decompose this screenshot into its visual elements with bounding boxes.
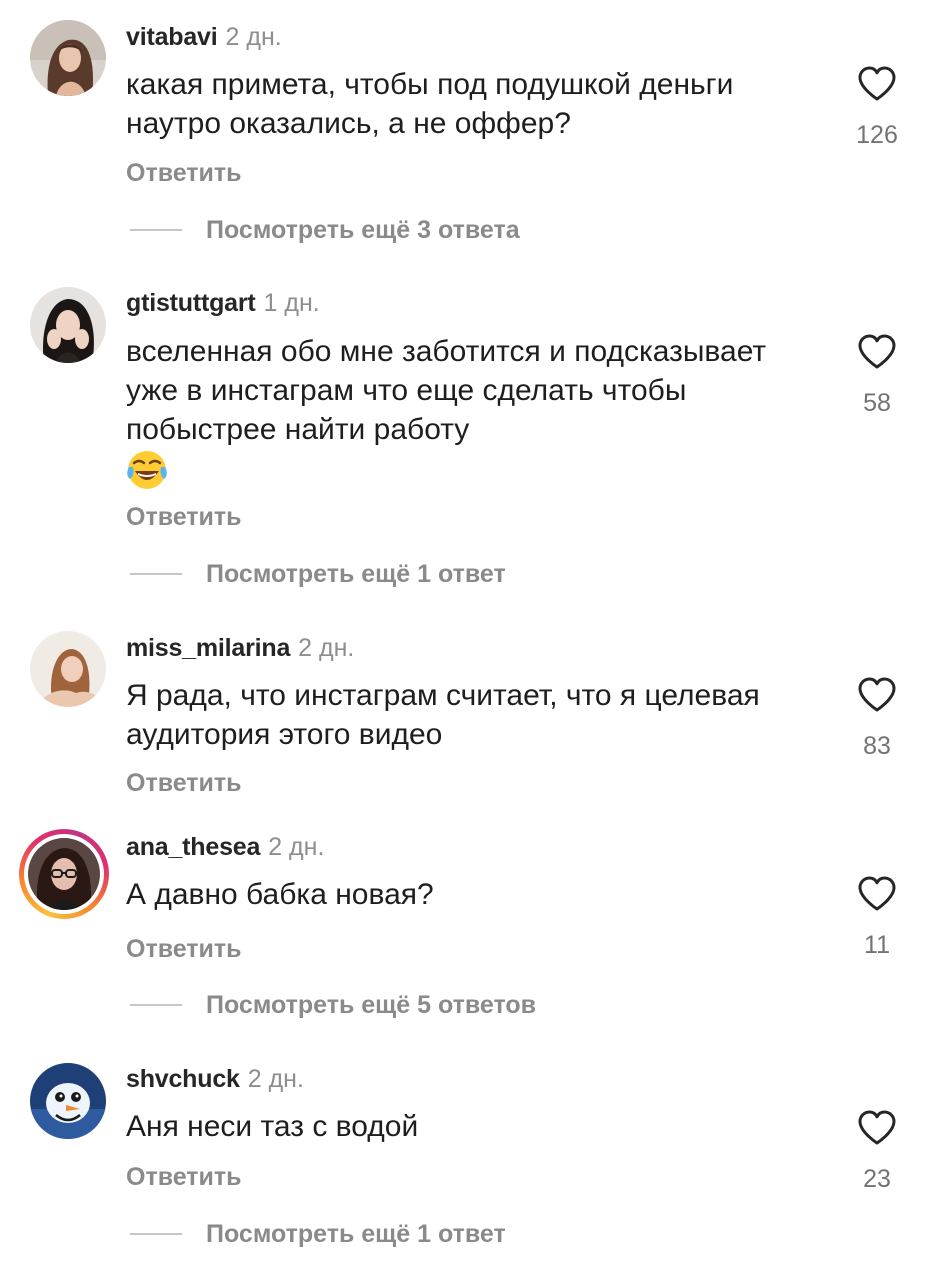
comment-meta: miss_milarina 2 дн. [126,633,354,663]
divider-line [130,1233,182,1235]
heart-outline-icon [858,876,896,911]
view-more-replies[interactable]: Посмотреть ещё 1 ответ [130,559,506,589]
heart-outline-icon [858,334,896,369]
avatar[interactable] [30,287,106,363]
avatar [28,838,100,910]
story-ring[interactable] [19,829,109,919]
face-with-tears-of-joy-icon [126,449,168,491]
avatar[interactable] [30,20,106,96]
username[interactable]: miss_milarina [126,634,290,662]
heart-outline-icon [858,1110,896,1145]
view-more-replies[interactable]: Посмотреть ещё 5 ответов [130,990,536,1020]
divider-line [130,573,182,575]
comment-text: А давно бабка новая? [126,878,434,911]
comment-text: какая примета, чтобы под подушкой деньги… [126,68,734,140]
like-button[interactable]: 58 [850,334,904,418]
like-button[interactable]: 83 [850,677,904,761]
like-count: 11 [864,931,890,959]
heart-outline-icon [858,66,896,101]
reply-button[interactable]: Ответить [126,934,242,964]
reply-button[interactable]: Ответить [126,1162,242,1192]
like-count: 83 [863,732,891,760]
username[interactable]: ana_thesea [126,833,260,861]
divider-line [130,1004,182,1006]
comment-meta: ana_thesea 2 дн. [126,832,324,862]
comment-meta: gtistuttgart 1 дн. [126,288,320,318]
view-more-replies[interactable]: Посмотреть ещё 1 ответ [130,1219,506,1249]
reply-button[interactable]: Ответить [126,768,242,798]
view-more-replies-label: Посмотреть ещё 5 ответов [206,990,537,1019]
like-button[interactable]: 126 [850,66,904,150]
timestamp: 2 дн. [268,833,325,861]
like-count: 126 [856,121,898,149]
heart-outline-icon [858,677,896,712]
comment-text: Я рада, что инстаграм считает, что я цел… [126,679,760,751]
view-more-replies-label: Посмотреть ещё 1 ответ [206,1219,506,1248]
comment-text: вселенная обо мне заботится и подсказыва… [126,335,767,446]
timestamp: 2 дн. [247,1065,304,1093]
like-button[interactable]: 23 [850,1110,904,1194]
timestamp: 2 дн. [298,634,355,662]
like-count: 23 [863,1165,891,1193]
like-button[interactable]: 11 [850,876,904,960]
username[interactable]: gtistuttgart [126,289,256,317]
username[interactable]: shvchuck [126,1065,240,1093]
view-more-replies-label: Посмотреть ещё 1 ответ [206,559,506,588]
timestamp: 1 дн. [263,289,320,317]
avatar[interactable] [30,1063,106,1139]
avatar[interactable] [30,631,106,707]
comment-meta: vitabavi 2 дн. [126,22,282,52]
timestamp: 2 дн. [225,23,282,51]
view-more-replies[interactable]: Посмотреть ещё 3 ответа [130,215,520,245]
reply-button[interactable]: Ответить [126,158,242,188]
view-more-replies-label: Посмотреть ещё 3 ответа [206,215,520,244]
like-count: 58 [863,389,891,417]
comment-meta: shvchuck 2 дн. [126,1064,304,1094]
divider-line [130,229,182,231]
username[interactable]: vitabavi [126,23,218,51]
comment-text: Аня неси таз с водой [126,1110,419,1143]
comment-text-block: вселенная обо мне заботится и подсказыва… [126,332,826,491]
reply-button[interactable]: Ответить [126,502,242,532]
